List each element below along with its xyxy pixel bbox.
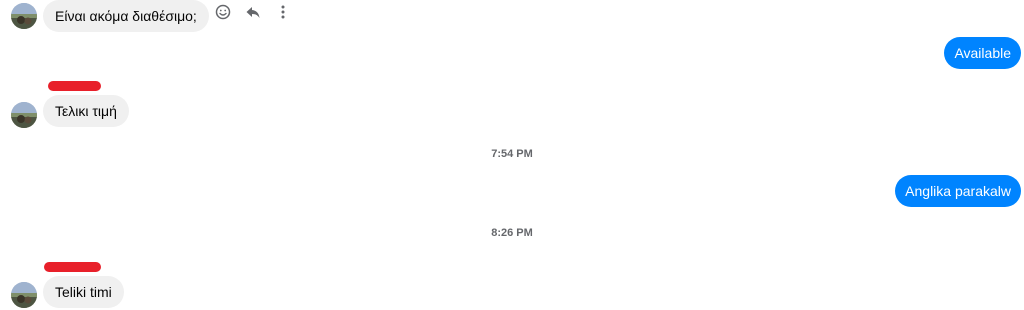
timestamp-divider: 7:54 PM (491, 148, 533, 160)
reply-button[interactable] (242, 3, 264, 25)
message-text: Είναι ακόμα διαθέσιμο; (55, 8, 197, 24)
more-vertical-icon (275, 4, 291, 25)
outgoing-message-bubble[interactable]: Anglika parakalw (895, 175, 1021, 207)
sender-avatar[interactable] (11, 3, 37, 29)
timestamp-divider: 8:26 PM (491, 227, 533, 239)
message-actions (212, 3, 294, 25)
message-text: Teliki timi (55, 284, 112, 300)
sender-avatar[interactable] (11, 282, 37, 308)
incoming-message-bubble[interactable]: Είναι ακόμα διαθέσιμο; (43, 0, 209, 32)
redacted-sender-name (48, 81, 101, 91)
smiley-icon (215, 4, 231, 25)
outgoing-message-bubble[interactable]: Available (944, 37, 1021, 69)
message-text: Τελικι τιμή (55, 103, 117, 119)
more-options-button[interactable] (272, 3, 294, 25)
sender-avatar[interactable] (11, 102, 37, 128)
message-text: Available (954, 45, 1011, 61)
incoming-message-bubble[interactable]: Teliki timi (43, 276, 124, 308)
reply-icon (245, 4, 261, 25)
react-button[interactable] (212, 3, 234, 25)
redacted-sender-name (44, 262, 101, 272)
incoming-message-bubble[interactable]: Τελικι τιμή (43, 95, 129, 127)
message-text: Anglika parakalw (905, 183, 1011, 199)
